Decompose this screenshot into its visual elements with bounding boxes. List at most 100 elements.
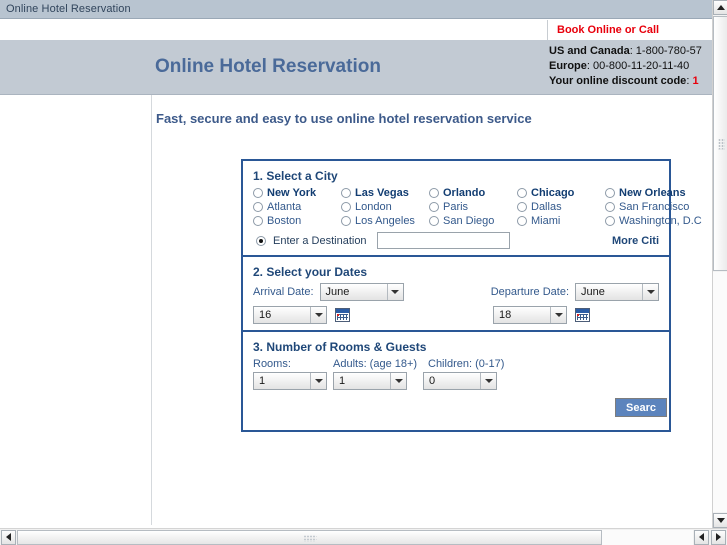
top-strip-right-cell: Book Online or Call xyxy=(549,20,712,40)
form-section-select-city: 1. Select a City New York Las Vegas Orla… xyxy=(243,161,702,257)
radio-icon[interactable] xyxy=(341,202,351,212)
contact-us-canada-value: : 1-800-780-57 xyxy=(629,45,702,57)
triangle-left-icon xyxy=(699,533,704,541)
radio-icon[interactable] xyxy=(341,216,351,226)
window-titlebar: Online Hotel Reservation xyxy=(0,0,712,19)
radio-icon[interactable] xyxy=(253,216,263,226)
chevron-down-icon[interactable] xyxy=(386,284,403,300)
radio-icon[interactable] xyxy=(429,202,439,212)
radio-icon[interactable] xyxy=(429,188,439,198)
city-label: San Francisco xyxy=(619,201,690,213)
city-label: Las Vegas xyxy=(355,187,409,199)
vertical-scrollbar[interactable] xyxy=(712,0,727,528)
children-select[interactable]: 0 xyxy=(423,372,497,390)
departure-month-group: Departure Date: June xyxy=(491,283,659,301)
departure-month-value: June xyxy=(581,286,605,298)
city-label: Miami xyxy=(531,215,561,227)
rooms-guests-selects: 1 1 0 xyxy=(253,372,659,390)
search-row: Searc xyxy=(253,390,667,424)
date-day-row: 16 18 xyxy=(253,306,659,324)
departure-month-select[interactable]: June xyxy=(575,283,659,301)
vertical-scrollbar-track[interactable] xyxy=(713,272,727,512)
city-option-chicago[interactable]: Chicago xyxy=(517,187,605,199)
contact-us-canada-label: US and Canada xyxy=(549,45,630,57)
browser-window: Online Hotel Reservation Book Online or … xyxy=(0,0,727,545)
vertical-scrollbar-thumb[interactable] xyxy=(713,16,727,271)
city-option-las-vegas[interactable]: Las Vegas xyxy=(341,187,429,199)
radio-icon[interactable] xyxy=(605,216,615,226)
scroll-up-button[interactable] xyxy=(713,0,727,15)
city-label: Paris xyxy=(443,201,469,213)
city-option-atlanta[interactable]: Atlanta xyxy=(253,201,341,213)
contact-info-block: US and Canada: 1-800-780-57 Europe: 00-8… xyxy=(549,44,712,89)
horizontal-scrollbar[interactable] xyxy=(0,528,727,545)
date-month-row: Arrival Date: June Departure Date: June xyxy=(253,283,659,301)
radio-icon[interactable] xyxy=(517,202,527,212)
city-option-los-angeles[interactable]: Los Angeles xyxy=(341,215,429,227)
city-label: Boston xyxy=(267,215,302,227)
triangle-up-icon xyxy=(716,5,725,10)
chevron-down-icon[interactable] xyxy=(550,307,566,323)
radio-icon[interactable] xyxy=(517,216,527,226)
radio-icon[interactable] xyxy=(256,235,266,246)
page-viewport: Book Online or Call Online Hotel Reserva… xyxy=(0,20,712,527)
radio-icon[interactable] xyxy=(517,188,527,198)
city-option-paris[interactable]: Paris xyxy=(429,201,517,213)
horizontal-scrollbar-thumb[interactable] xyxy=(17,529,602,545)
city-label: Chicago xyxy=(531,187,575,199)
form-section-rooms-guests: 3. Number of Rooms & Guests Rooms: Adult… xyxy=(243,332,669,430)
radio-icon[interactable] xyxy=(253,202,263,212)
rooms-guests-labels: Rooms: Adults: (age 18+) Children: (0-17… xyxy=(253,358,659,370)
more-cities-link[interactable]: More Citi xyxy=(612,235,659,247)
chevron-down-icon[interactable] xyxy=(480,373,496,389)
city-options-grid: New York Las Vegas Orlando Chicago New O… xyxy=(253,187,702,227)
radio-icon[interactable] xyxy=(341,188,351,198)
enter-destination-row: Enter a Destination More Citi xyxy=(253,232,659,249)
form-section-select-dates: 2. Select your Dates Arrival Date: June xyxy=(243,257,669,332)
calendar-icon[interactable] xyxy=(575,308,590,322)
scroll-left-button-2[interactable] xyxy=(694,529,709,545)
city-option-new-york[interactable]: New York xyxy=(253,187,341,199)
chevron-down-icon[interactable] xyxy=(310,307,326,323)
site-banner: Online Hotel Reservation US and Canada: … xyxy=(0,40,712,95)
adults-select[interactable]: 1 xyxy=(333,372,407,390)
city-option-san-diego[interactable]: San Diego xyxy=(429,215,517,227)
radio-icon[interactable] xyxy=(605,188,615,198)
chevron-down-icon[interactable] xyxy=(390,373,406,389)
city-option-miami[interactable]: Miami xyxy=(517,215,605,227)
city-option-san-francisco[interactable]: San Francisco xyxy=(605,201,705,213)
arrival-month-group: Arrival Date: June xyxy=(253,283,491,301)
scroll-left-button[interactable] xyxy=(1,529,16,545)
destination-input[interactable] xyxy=(376,232,510,249)
page-tagline: Fast, secure and easy to use online hote… xyxy=(156,111,532,126)
city-label: Orlando xyxy=(443,187,486,199)
body-area: Fast, secure and easy to use online hote… xyxy=(0,95,712,527)
calendar-icon[interactable] xyxy=(335,308,350,322)
radio-icon[interactable] xyxy=(253,188,263,198)
scroll-right-button[interactable] xyxy=(711,529,726,545)
arrival-month-select[interactable]: June xyxy=(319,283,404,301)
site-brand-title: Online Hotel Reservation xyxy=(155,56,381,77)
city-option-new-orleans[interactable]: New Orleans xyxy=(605,187,705,199)
city-option-london[interactable]: London xyxy=(341,201,429,213)
rooms-select[interactable]: 1 xyxy=(253,372,327,390)
city-label: New York xyxy=(267,187,317,199)
arrival-month-value: June xyxy=(325,286,350,298)
contact-europe-value: : 00-800-11-20-11-40 xyxy=(586,60,690,72)
scroll-down-button[interactable] xyxy=(713,513,727,528)
city-option-washington-dc[interactable]: Washington, D.C xyxy=(605,215,705,227)
section1-heading: 1. Select a City xyxy=(253,169,338,183)
arrival-day-select[interactable]: 16 xyxy=(253,306,327,324)
chevron-down-icon[interactable] xyxy=(310,373,326,389)
book-online-or-call-label: Book Online or Call xyxy=(557,24,660,36)
radio-icon[interactable] xyxy=(429,216,439,226)
city-label: Atlanta xyxy=(267,201,302,213)
city-option-orlando[interactable]: Orlando xyxy=(429,187,517,199)
chevron-down-icon[interactable] xyxy=(642,284,658,300)
search-button[interactable]: Searc xyxy=(615,398,667,417)
city-option-dallas[interactable]: Dallas xyxy=(517,201,605,213)
departure-day-select[interactable]: 18 xyxy=(493,306,567,324)
radio-icon[interactable] xyxy=(605,202,615,212)
horizontal-scrollbar-track[interactable] xyxy=(17,529,693,545)
city-option-boston[interactable]: Boston xyxy=(253,215,341,227)
